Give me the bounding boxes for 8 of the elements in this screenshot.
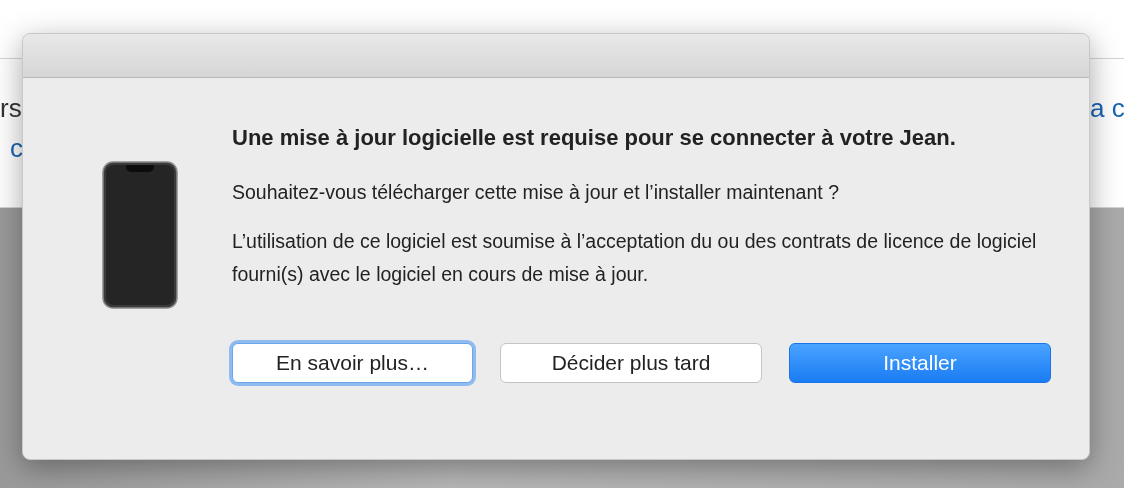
background-text: c <box>10 133 23 163</box>
dialog-button[interactable]: En savoir plus… <box>232 343 473 383</box>
dialog-message: Souhaitez-vous télécharger cette mise à jour et l’installer maintenant ? <box>232 180 840 205</box>
dialog-title: Une mise à jour logicielle est requise pour se connecter à votre Jean. <box>232 124 957 152</box>
dialog-message: L’utilisation de ce logiciel est soumise à l’acceptation du ou des contrats de licence de logiciel fourni(s) avec le logiciel en cours de mise à jour. <box>232 229 1038 287</box>
phone-icon <box>101 161 178 309</box>
background-text: rs <box>0 93 22 123</box>
dialog-button[interactable]: Décider plus tard <box>500 343 762 383</box>
